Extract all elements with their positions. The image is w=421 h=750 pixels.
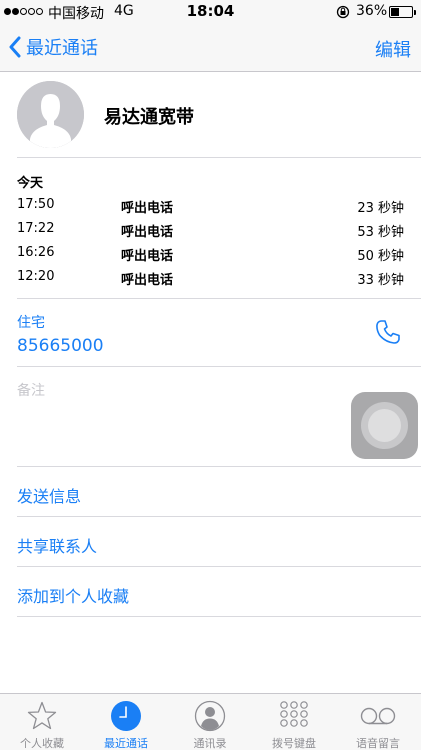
divider (17, 157, 421, 158)
call-duration: 50 秒钟 (357, 249, 404, 264)
tab-label: 个人收藏 (20, 737, 64, 750)
contacts-icon (194, 700, 226, 732)
call-type: 呼出电话 (121, 201, 174, 216)
divider (17, 466, 421, 467)
calls-section-title: 今天 (17, 176, 44, 191)
divider (17, 366, 421, 367)
back-button-label: 最近通话 (26, 38, 98, 59)
call-time: 12:20 (17, 269, 55, 284)
call-time: 17:22 (17, 221, 55, 236)
divider (17, 566, 421, 567)
phone-label: 住宅 (17, 315, 45, 331)
call-time: 17:50 (17, 197, 55, 212)
contact-name: 易达通宽带 (104, 107, 194, 128)
tab-label: 最近通话 (104, 737, 148, 750)
star-icon (27, 701, 57, 730)
phone-icon[interactable] (374, 318, 402, 346)
assistive-touch-button[interactable] (351, 392, 418, 459)
clock-icon (111, 701, 141, 731)
call-time: 16:26 (17, 245, 55, 260)
divider (17, 616, 421, 617)
divider (17, 516, 421, 517)
voicemail-icon (360, 707, 396, 725)
person-silhouette-icon (17, 81, 84, 148)
call-duration: 33 秒钟 (357, 273, 404, 288)
contact-header: 易达通宽带 (0, 72, 421, 158)
avatar (17, 81, 84, 148)
phone-number[interactable]: 85665000 (17, 336, 104, 356)
tab-keypad[interactable]: 拨号键盘 (252, 694, 336, 750)
tab-label: 通讯录 (193, 737, 227, 750)
call-row: 17:22 呼出电话 53 秒钟 (17, 221, 405, 245)
chevron-left-icon (9, 36, 21, 58)
call-row: 12:20 呼出电话 33 秒钟 (17, 269, 405, 293)
keypad-icon (280, 701, 308, 727)
back-button[interactable]: 最近通话 (8, 34, 98, 60)
tab-label: 语音留言 (356, 737, 400, 750)
divider (17, 298, 421, 299)
rotation-lock-icon (336, 5, 350, 19)
share-contact-button[interactable]: 共享联系人 (17, 533, 97, 557)
tab-voicemail[interactable]: 语音留言 (336, 694, 420, 750)
tab-recents[interactable]: 最近通话 (84, 694, 168, 750)
tab-label: 拨号键盘 (272, 737, 316, 750)
battery-icon (389, 6, 416, 18)
send-message-button[interactable]: 发送信息 (17, 483, 81, 507)
call-type: 呼出电话 (121, 249, 174, 264)
tab-favorites[interactable]: 个人收藏 (0, 694, 84, 750)
call-type: 呼出电话 (121, 225, 174, 240)
status-bar: 中国移动 4G 18:04 36% (0, 0, 421, 24)
call-row: 17:50 呼出电话 23 秒钟 (17, 197, 405, 221)
tab-contacts[interactable]: 通讯录 (168, 694, 252, 750)
edit-button[interactable]: 编辑 (375, 36, 411, 62)
call-duration: 53 秒钟 (357, 225, 404, 240)
call-row: 16:26 呼出电话 50 秒钟 (17, 245, 405, 269)
notes-field[interactable]: 备注 (17, 380, 45, 400)
call-duration: 23 秒钟 (357, 201, 404, 216)
battery-percentage: 36% (356, 3, 388, 19)
add-to-favorites-button[interactable]: 添加到个人收藏 (17, 583, 129, 607)
call-type: 呼出电话 (121, 273, 174, 288)
tab-bar: 个人收藏 最近通话 通讯录 拨号键盘 语音留言 (0, 693, 421, 750)
navigation-bar: 最近通话 编辑 (0, 24, 421, 72)
